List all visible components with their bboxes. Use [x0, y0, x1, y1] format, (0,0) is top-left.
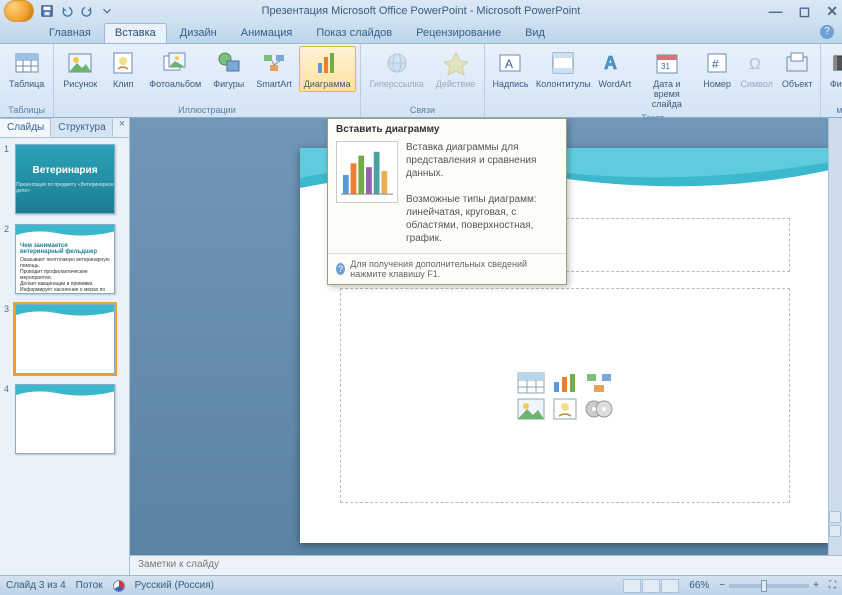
next-slide-button[interactable]	[829, 525, 841, 537]
save-icon[interactable]	[38, 2, 56, 20]
status-bar: Слайд 3 из 4 Поток Русский (Россия) 66% …	[0, 575, 842, 595]
tab-view[interactable]: Вид	[514, 23, 556, 43]
theme-name: Поток	[76, 580, 103, 591]
fit-window-button[interactable]: ⛶	[829, 580, 836, 591]
insert-picture-icon[interactable]	[517, 398, 545, 420]
table-button[interactable]: Таблица	[4, 46, 49, 92]
prev-slide-button[interactable]	[829, 511, 841, 523]
group-label-tables: Таблицы	[8, 104, 45, 117]
hyperlink-button: Гиперссылка	[365, 46, 429, 92]
svg-text:A: A	[604, 53, 617, 73]
picture-button[interactable]: Рисунок	[58, 46, 102, 92]
slide-thumb-4[interactable]	[15, 384, 115, 454]
zoom-slider[interactable]	[729, 584, 809, 588]
zoom-level[interactable]: 66%	[689, 580, 709, 591]
slidenumber-button[interactable]: #Номер	[699, 46, 735, 92]
ribbon-tabs: Главная Вставка Дизайн Анимация Показ сл…	[0, 22, 842, 44]
content-placeholder[interactable]	[340, 288, 790, 503]
minimize-button[interactable]: —	[769, 3, 783, 20]
qat-dropdown-icon[interactable]	[98, 2, 116, 20]
textbox-icon: A	[496, 49, 524, 77]
language-label[interactable]: Русский (Россия)	[135, 580, 214, 591]
tab-animation[interactable]: Анимация	[230, 23, 304, 43]
insert-table-icon[interactable]	[517, 372, 545, 394]
group-label-links: Связи	[410, 104, 435, 117]
tab-insert[interactable]: Вставка	[104, 23, 167, 43]
quick-access-toolbar	[38, 2, 116, 20]
insert-smartart-icon[interactable]	[585, 372, 613, 394]
photoalbum-button[interactable]: Фотоальбом	[144, 46, 206, 92]
help-icon[interactable]: ?	[820, 25, 834, 39]
slide-thumb-1[interactable]: Ветеринария Презентация по предмету «Вет…	[15, 144, 115, 214]
zoom-in-button[interactable]: +	[813, 580, 819, 591]
shapes-icon	[215, 49, 243, 77]
movie-icon	[830, 49, 842, 77]
textbox-button[interactable]: AНадпись	[489, 46, 531, 92]
tab-slideshow[interactable]: Показ слайдов	[305, 23, 403, 43]
insert-media-icon[interactable]	[585, 398, 613, 420]
chart-icon	[313, 49, 341, 77]
clip-button[interactable]: Клип	[104, 46, 142, 92]
hyperlink-icon	[383, 49, 411, 77]
action-icon	[442, 49, 470, 77]
shapes-button[interactable]: Фигуры	[208, 46, 249, 92]
normal-view-button[interactable]	[623, 579, 641, 593]
symbol-button: ΩСимвол	[737, 46, 776, 92]
slides-tab[interactable]: Слайды	[0, 118, 51, 137]
tooltip-chart-preview	[336, 141, 398, 203]
svg-text:A: A	[505, 57, 513, 71]
slide-thumb-2[interactable]: Чем занимается ветеринарный фельдшер Ока…	[15, 224, 115, 294]
undo-icon[interactable]	[58, 2, 76, 20]
panel-close-icon[interactable]: ×	[113, 118, 131, 137]
notes-pane[interactable]: Заметки к слайду	[130, 555, 842, 575]
insert-chart-icon[interactable]	[551, 372, 579, 394]
insert-clipart-icon[interactable]	[551, 398, 579, 420]
movie-button[interactable]: Фильм	[825, 46, 842, 92]
action-button: Действие	[431, 46, 481, 92]
group-label-illustrations: Иллюстрации	[178, 104, 236, 117]
vertical-scrollbar[interactable]	[828, 118, 842, 555]
outline-tab[interactable]: Структура	[51, 118, 112, 137]
slide-panel: Слайды Структура × 1 Ветеринария Презент…	[0, 118, 130, 575]
sorter-view-button[interactable]	[642, 579, 660, 593]
help-badge-icon: ?	[336, 263, 345, 275]
redo-icon[interactable]	[78, 2, 96, 20]
ribbon: Таблица Таблицы Рисунок Клип Фотоальбом …	[0, 44, 842, 118]
wordart-button[interactable]: AWordArt	[595, 46, 635, 92]
svg-text:Ω: Ω	[749, 56, 761, 73]
close-button[interactable]: ✕	[826, 3, 838, 20]
office-button[interactable]	[4, 0, 34, 22]
chart-button[interactable]: Диаграмма	[299, 46, 356, 92]
slideshow-view-button[interactable]	[661, 579, 679, 593]
object-icon	[783, 49, 811, 77]
chart-tooltip: Вставить диаграмму Вставка диаграммы для…	[327, 118, 567, 285]
maximize-button[interactable]: ◻	[799, 3, 811, 20]
datetime-icon: 31	[653, 49, 681, 77]
content-icon-grid	[517, 372, 613, 420]
slide-counter: Слайд 3 из 4	[6, 580, 66, 591]
table-icon	[13, 49, 41, 77]
object-button[interactable]: Объект	[778, 46, 816, 92]
svg-text:#: #	[712, 57, 719, 71]
headerfooter-button[interactable]: Колонтитулы	[534, 46, 593, 92]
window-title: Презентация Microsoft Office PowerPoint …	[262, 5, 581, 17]
tab-home[interactable]: Главная	[38, 23, 102, 43]
zoom-out-button[interactable]: −	[719, 580, 725, 591]
symbol-icon: Ω	[743, 49, 771, 77]
headerfooter-icon	[549, 49, 577, 77]
group-label-media: Клипы мультимедиа	[825, 94, 842, 117]
smartart-button[interactable]: SmartArt	[251, 46, 297, 92]
photoalbum-icon	[161, 49, 189, 77]
smartart-icon	[260, 49, 288, 77]
wordart-icon: A	[601, 49, 629, 77]
tab-review[interactable]: Рецензирование	[405, 23, 512, 43]
tab-design[interactable]: Дизайн	[169, 23, 228, 43]
picture-icon	[66, 49, 94, 77]
clip-icon	[109, 49, 137, 77]
slide-thumb-3[interactable]	[15, 304, 115, 374]
svg-text:31: 31	[661, 62, 670, 71]
number-icon: #	[703, 49, 731, 77]
language-icon	[113, 580, 125, 592]
datetime-button[interactable]: 31Дата и время слайда	[637, 46, 697, 112]
